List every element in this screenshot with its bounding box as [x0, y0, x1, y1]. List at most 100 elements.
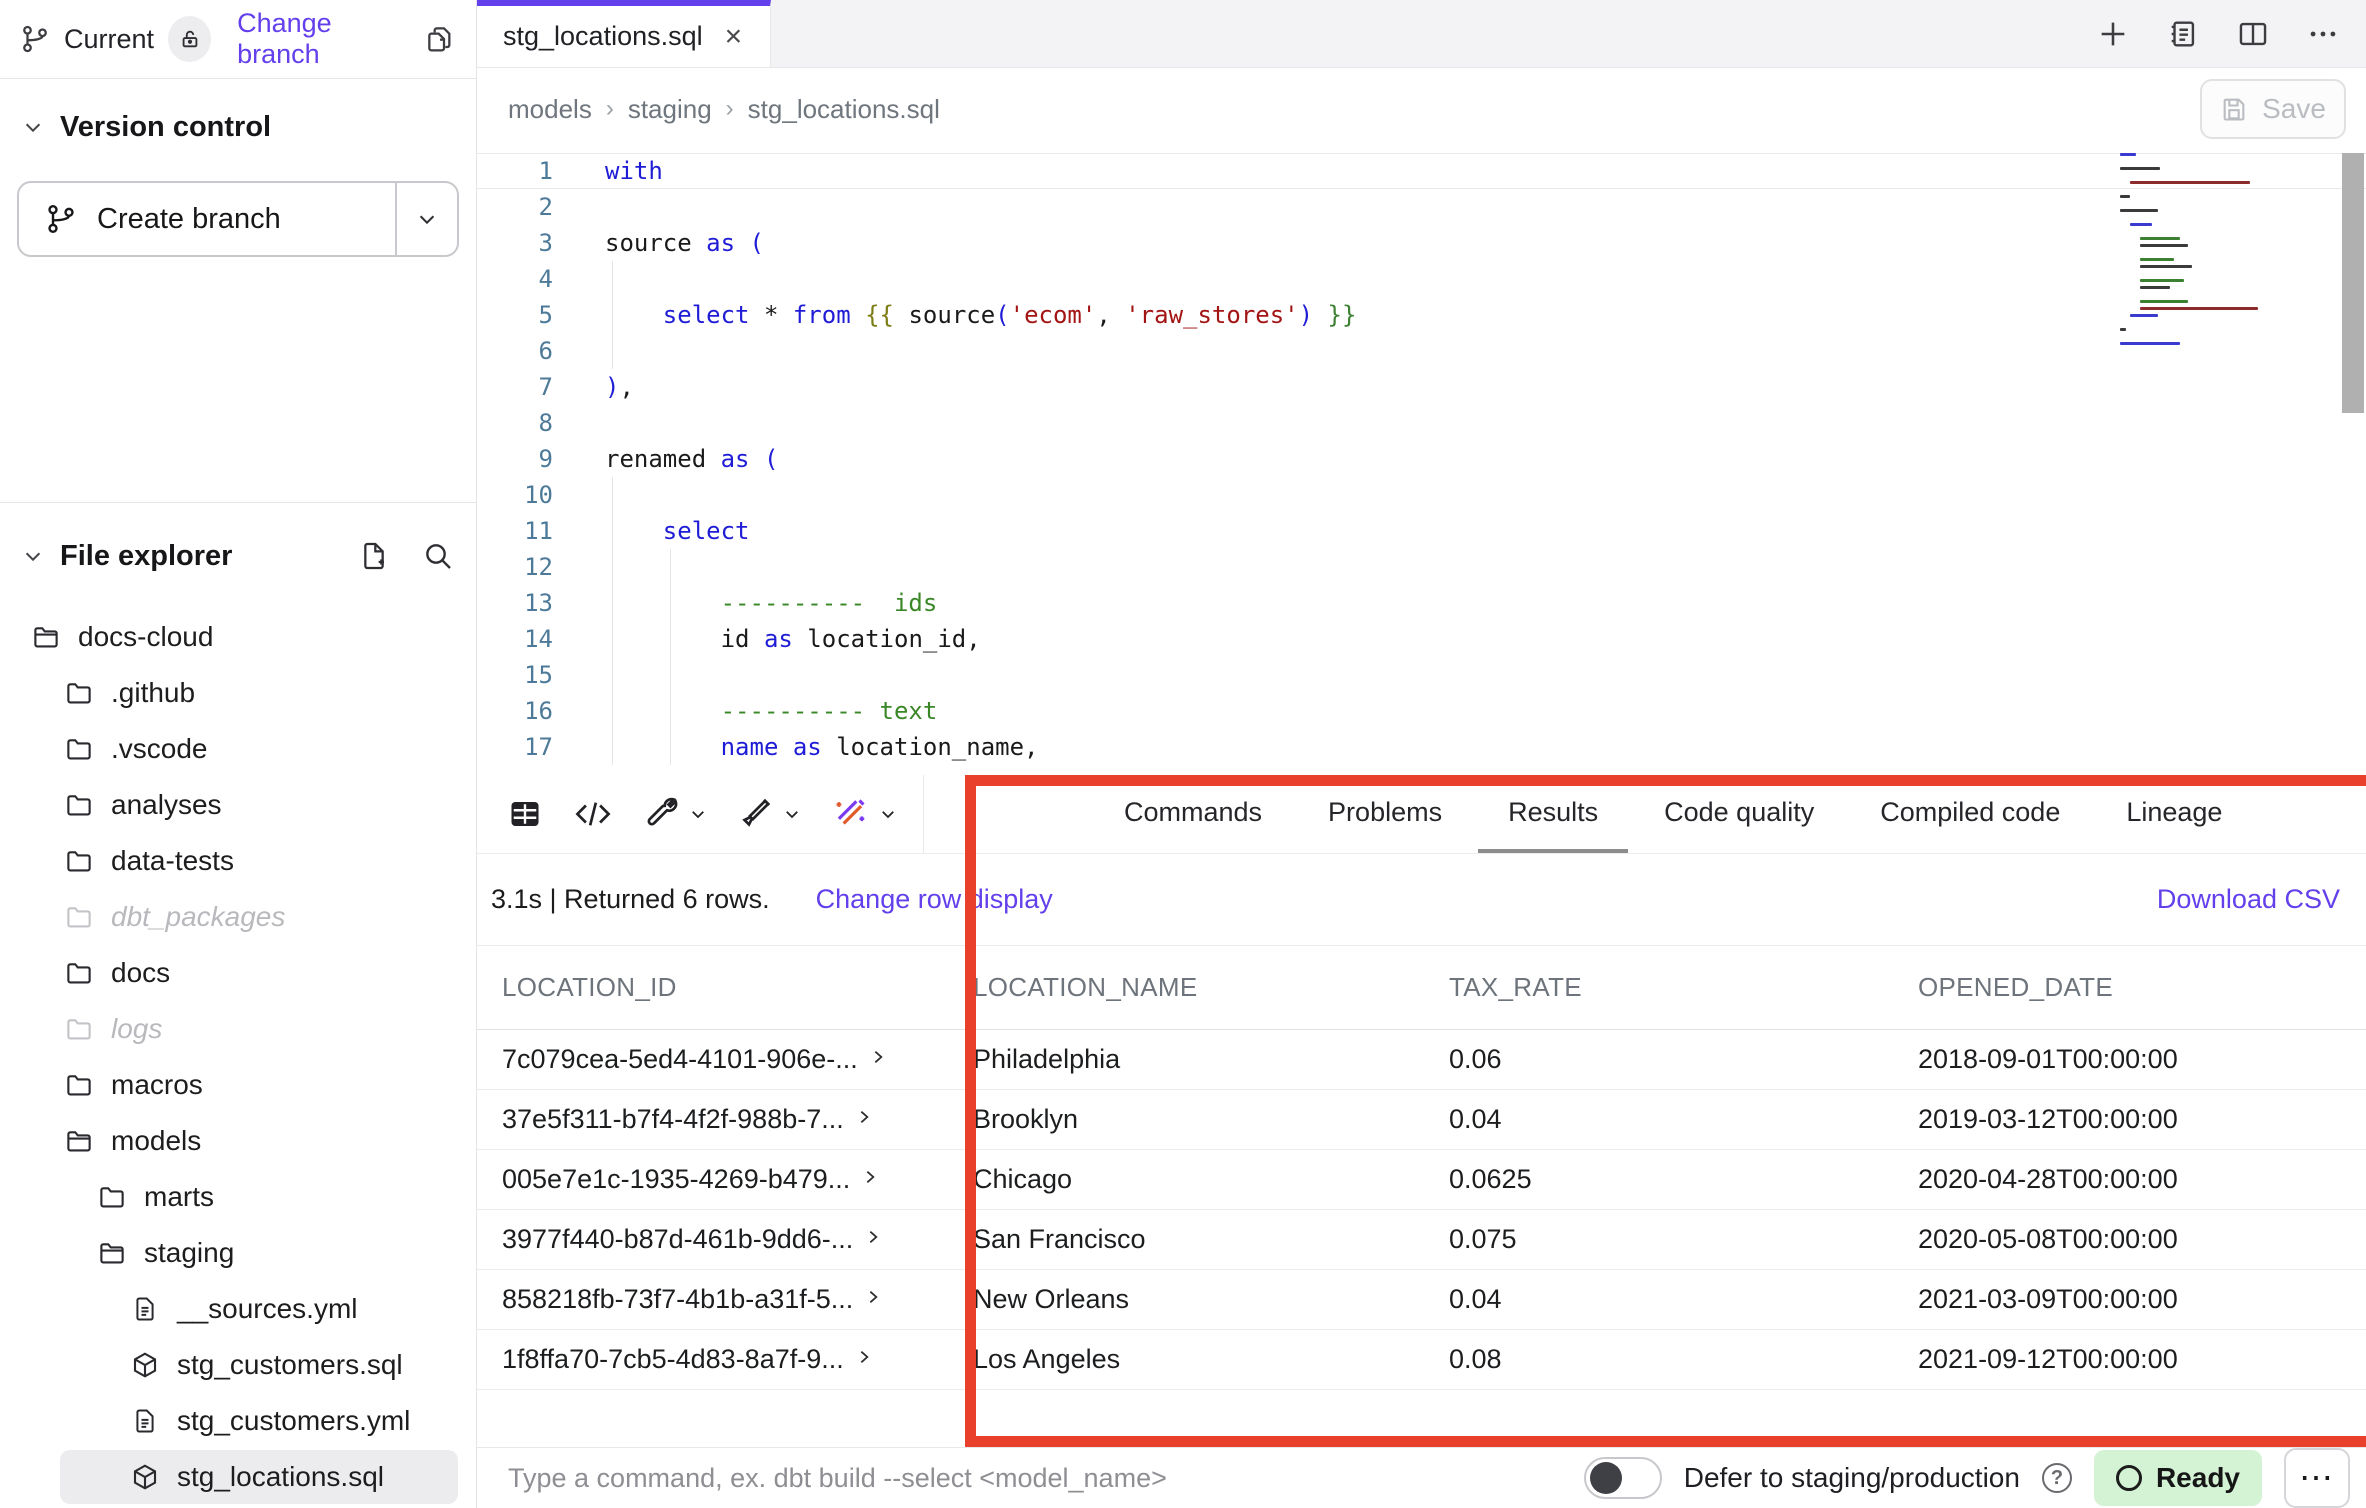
- file-explorer-header[interactable]: File explorer: [0, 533, 476, 579]
- file-tree-item[interactable]: data-tests: [0, 833, 476, 889]
- line-number[interactable]: 17: [477, 733, 567, 761]
- line-number[interactable]: 6: [477, 337, 567, 365]
- code-line[interactable]: 8: [477, 405, 2366, 441]
- code-line[interactable]: 13 ---------- ids: [477, 585, 2366, 621]
- code-line[interactable]: 10: [477, 477, 2366, 513]
- download-csv-link[interactable]: Download CSV: [2157, 884, 2340, 915]
- line-number[interactable]: 16: [477, 697, 567, 725]
- table-row[interactable]: 005e7e1c-1935-4269-b479...Chicago0.06252…: [477, 1150, 2366, 1210]
- results-tab-commands[interactable]: Commands: [1094, 775, 1292, 853]
- code-line[interactable]: 2: [477, 189, 2366, 225]
- split-editor-icon[interactable]: [2236, 17, 2270, 51]
- compile-code-icon[interactable]: [573, 797, 613, 831]
- file-tree-item[interactable]: marts: [0, 1169, 476, 1225]
- ai-assist-control[interactable]: [831, 795, 897, 833]
- defer-toggle[interactable]: [1584, 1457, 1662, 1499]
- file-tree-item[interactable]: models: [0, 1113, 476, 1169]
- table-row[interactable]: 858218fb-73f7-4b1b-a31f-5...New Orleans0…: [477, 1270, 2366, 1330]
- expand-chevron-icon[interactable]: [865, 1229, 881, 1245]
- build-tools-control[interactable]: [643, 796, 707, 832]
- table-row[interactable]: 1f8ffa70-7cb5-4d83-8a7f-9...Los Angeles0…: [477, 1330, 2366, 1390]
- expand-chevron-icon[interactable]: [865, 1289, 881, 1305]
- copy-icon[interactable]: [424, 23, 456, 55]
- line-number[interactable]: 3: [477, 229, 567, 257]
- save-button[interactable]: Save: [2200, 79, 2346, 139]
- file-tree-item[interactable]: analyses: [0, 777, 476, 833]
- code-line[interactable]: 15: [477, 657, 2366, 693]
- more-options-icon[interactable]: [2306, 17, 2340, 51]
- file-tree-item[interactable]: docs: [0, 945, 476, 1001]
- file-tree-item[interactable]: staging: [0, 1225, 476, 1281]
- file-tree-item[interactable]: docs-cloud: [0, 609, 476, 665]
- results-tab-problems[interactable]: Problems: [1298, 775, 1472, 853]
- code-line[interactable]: 14 id as location_id,: [477, 621, 2366, 657]
- breadcrumb-item[interactable]: staging: [628, 94, 712, 125]
- change-branch-link[interactable]: Change branch: [237, 8, 410, 70]
- expand-chevron-icon[interactable]: [870, 1049, 886, 1065]
- line-number[interactable]: 12: [477, 553, 567, 581]
- code-line[interactable]: 16 ---------- text: [477, 693, 2366, 729]
- file-tree-item[interactable]: stg_customers.sql: [0, 1337, 476, 1393]
- line-number[interactable]: 15: [477, 661, 567, 689]
- code-line[interactable]: 3source as (: [477, 225, 2366, 261]
- tab-stg-locations[interactable]: stg_locations.sql ×: [477, 0, 771, 67]
- column-header[interactable]: TAX_RATE: [1449, 972, 1918, 1003]
- new-tab-icon[interactable]: [2096, 17, 2130, 51]
- code-line[interactable]: 4: [477, 261, 2366, 297]
- file-tree-item[interactable]: .vscode: [0, 721, 476, 777]
- status-badge[interactable]: Ready: [2094, 1450, 2262, 1506]
- line-number[interactable]: 13: [477, 589, 567, 617]
- column-header[interactable]: LOCATION_ID: [502, 972, 973, 1003]
- breadcrumb-item[interactable]: models: [508, 94, 592, 125]
- code-line[interactable]: 17 name as location_name,: [477, 729, 2366, 765]
- preview-table-icon[interactable]: [507, 796, 543, 832]
- changelog-icon[interactable]: [2166, 17, 2200, 51]
- breadcrumb-item[interactable]: stg_locations.sql: [748, 94, 940, 125]
- code-line[interactable]: 7),: [477, 369, 2366, 405]
- expand-chevron-icon[interactable]: [862, 1169, 878, 1185]
- line-number[interactable]: 5: [477, 301, 567, 329]
- code-line[interactable]: 12: [477, 549, 2366, 585]
- results-tab-lineage[interactable]: Lineage: [2096, 775, 2252, 853]
- code-line[interactable]: 5 select * from {{ source('ecom', 'raw_s…: [477, 297, 2366, 333]
- file-tree-item[interactable]: stg_locations.sql: [0, 1449, 476, 1505]
- results-tab-code-quality[interactable]: Code quality: [1634, 775, 1844, 853]
- table-row[interactable]: 7c079cea-5ed4-4101-906e-...Philadelphia0…: [477, 1030, 2366, 1090]
- line-number[interactable]: 14: [477, 625, 567, 653]
- change-row-display-link[interactable]: Change row display: [816, 884, 1053, 915]
- results-tab-compiled-code[interactable]: Compiled code: [1850, 775, 2090, 853]
- create-branch-button[interactable]: Create branch: [17, 181, 459, 257]
- code-line[interactable]: 9renamed as (: [477, 441, 2366, 477]
- column-header[interactable]: OPENED_DATE: [1918, 972, 2366, 1003]
- close-icon[interactable]: ×: [725, 22, 743, 52]
- line-number[interactable]: 4: [477, 265, 567, 293]
- file-tree-item[interactable]: logs: [0, 1001, 476, 1057]
- line-number[interactable]: 2: [477, 193, 567, 221]
- new-file-icon[interactable]: [358, 540, 390, 572]
- search-icon[interactable]: [422, 540, 454, 572]
- more-actions-button[interactable]: ⋯: [2284, 1448, 2350, 1508]
- results-tab-results[interactable]: Results: [1478, 775, 1628, 853]
- create-branch-main[interactable]: Create branch: [19, 183, 395, 255]
- file-tree-item[interactable]: dbt_packages: [0, 889, 476, 945]
- table-row[interactable]: 37e5f311-b7f4-4f2f-988b-7...Brooklyn0.04…: [477, 1090, 2366, 1150]
- file-tree-item[interactable]: .github: [0, 665, 476, 721]
- code-line[interactable]: 6: [477, 333, 2366, 369]
- expand-chevron-icon[interactable]: [856, 1349, 872, 1365]
- file-tree-item[interactable]: macros: [0, 1057, 476, 1113]
- expand-chevron-icon[interactable]: [856, 1109, 872, 1125]
- line-number[interactable]: 11: [477, 517, 567, 545]
- minimap[interactable]: [2120, 153, 2270, 349]
- code-line[interactable]: 1with: [477, 153, 2366, 189]
- code-editor[interactable]: 1with 2 3source as ( 4 5 select * from {{ so…: [477, 150, 2366, 775]
- line-number[interactable]: 7: [477, 373, 567, 401]
- scrollbar[interactable]: [2342, 153, 2364, 413]
- code-line[interactable]: 11 select: [477, 513, 2366, 549]
- line-number[interactable]: 10: [477, 481, 567, 509]
- command-input[interactable]: Type a command, ex. dbt build --select <…: [508, 1463, 1167, 1494]
- line-number[interactable]: 1: [477, 157, 567, 185]
- create-branch-dropdown[interactable]: [395, 183, 457, 255]
- file-tree-item[interactable]: __sources.yml: [0, 1281, 476, 1337]
- line-number[interactable]: 8: [477, 409, 567, 437]
- column-header[interactable]: LOCATION_NAME: [973, 972, 1449, 1003]
